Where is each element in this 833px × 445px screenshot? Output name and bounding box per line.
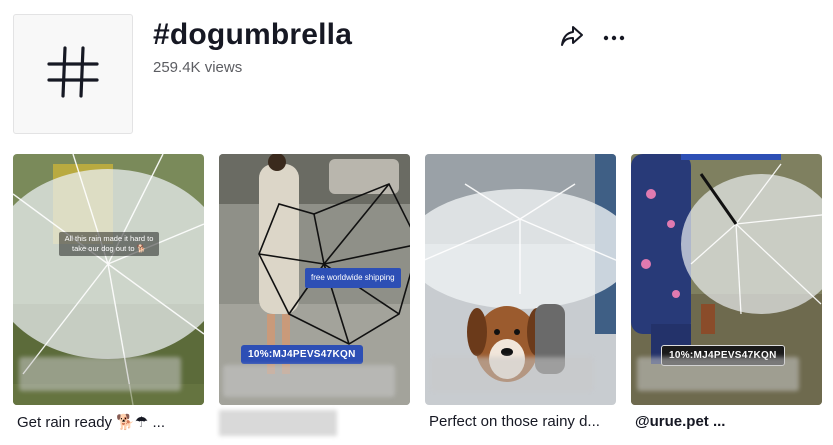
video-card[interactable]: free worldwide shipping 10%:MJ4PEVS47KQN bbox=[219, 154, 410, 436]
blurred-caption bbox=[219, 410, 337, 436]
hashtag-avatar bbox=[13, 14, 133, 134]
video-grid: All this rain made it hard to take our d… bbox=[13, 154, 833, 445]
hashtag-icon bbox=[43, 42, 103, 107]
video-caption[interactable]: Perfect on those rainy d... bbox=[429, 413, 616, 430]
share-arrow-icon bbox=[560, 25, 584, 52]
blurred-region bbox=[223, 365, 395, 397]
video-thumbnail[interactable]: free worldwide shipping 10%:MJ4PEVS47KQN bbox=[219, 154, 410, 405]
video-caption[interactable]: @urue.pet ... bbox=[635, 413, 822, 430]
more-options-button[interactable] bbox=[600, 24, 628, 52]
share-button[interactable] bbox=[558, 24, 586, 52]
hashtag-header: #dogumbrella 259.4K views bbox=[0, 0, 833, 140]
video-thumbnail[interactable]: All this rain made it hard to take our d… bbox=[13, 154, 204, 405]
video-card[interactable]: Perfect on those rainy d... bbox=[425, 154, 616, 430]
blurred-region bbox=[637, 357, 799, 391]
blurred-region bbox=[19, 357, 181, 391]
video-overlay-text: All this rain made it hard to take our d… bbox=[59, 232, 159, 257]
video-thumbnail[interactable] bbox=[425, 154, 616, 405]
video-caption[interactable]: Get rain ready 🐕☂ ... bbox=[17, 413, 204, 431]
blurred-region bbox=[431, 357, 593, 391]
promo-badge: free worldwide shipping bbox=[305, 268, 401, 288]
video-card[interactable]: All this rain made it hard to take our d… bbox=[13, 154, 204, 431]
more-dots-icon bbox=[602, 29, 626, 47]
video-thumbnail[interactable]: 10%:MJ4PEVS47KQN bbox=[631, 154, 822, 405]
views-count: 259.4K views bbox=[153, 59, 243, 76]
video-card[interactable]: 10%:MJ4PEVS47KQN @urue.pet ... bbox=[631, 154, 822, 430]
page-title: #dogumbrella bbox=[153, 18, 353, 51]
promo-code: 10%:MJ4PEVS47KQN bbox=[241, 345, 363, 364]
